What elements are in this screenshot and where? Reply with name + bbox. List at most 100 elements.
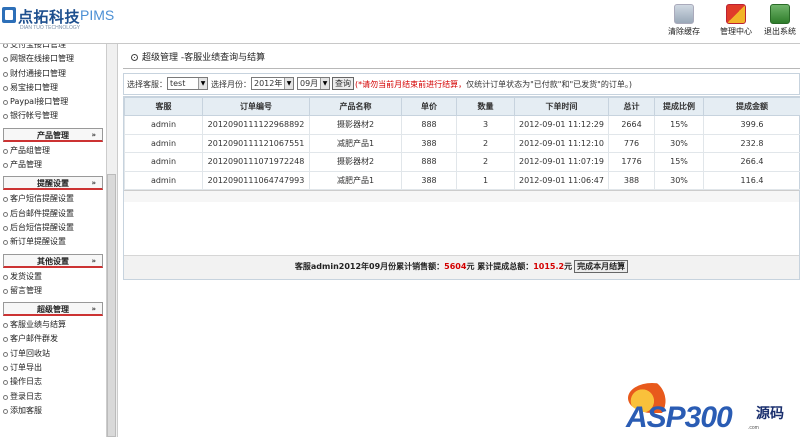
cell-qty: 2 — [456, 152, 515, 172]
summary-commission: 1015.2 — [533, 262, 565, 271]
sidebar-item-product-group[interactable]: 产品组管理 — [0, 144, 106, 158]
shield-icon — [726, 4, 746, 24]
cell-total: 776 — [608, 133, 655, 153]
cell-order-no: 2012090111122968892 — [202, 115, 310, 135]
results-table-panel: 客服 订单编号 产品名称 单价 数量 下单时间 总计 提成比例 提成金额 adm… — [123, 96, 800, 280]
cell-price: 888 — [401, 115, 457, 135]
summary-sales: 5604 — [444, 262, 467, 271]
col-header-qty: 数量 — [456, 97, 515, 116]
cell-rate: 30% — [654, 170, 704, 190]
cell-qty: 1 — [456, 170, 515, 190]
sidebar-item-order-export[interactable]: 订单导出 — [0, 361, 106, 375]
cell-kefu: admin — [124, 115, 203, 135]
sidebar-item-messages[interactable]: 留言管理 — [0, 284, 106, 298]
watermark-brand: ASP300 — [626, 401, 733, 434]
watermark-logo: ASP300 源码 .com — [624, 381, 800, 437]
logo-text-en: PIMS — [80, 7, 115, 23]
results-table: 客服 订单编号 产品名称 单价 数量 下单时间 总计 提成比例 提成金额 adm… — [124, 97, 800, 190]
sidebar-item-chinabank[interactable]: 网银在线接口管理 — [0, 52, 106, 66]
sidebar-group-title: 超级管理 — [37, 305, 69, 315]
sidebar-item-order-recycle[interactable]: 订单回收站 — [0, 347, 106, 361]
page-title: 超级管理 -客服业绩查询与结算 — [123, 49, 800, 67]
col-header-price: 单价 — [401, 97, 457, 116]
bullet-icon — [131, 54, 138, 61]
sidebar-item-new-order[interactable]: 新订单提醒设置 — [0, 235, 106, 249]
month-select[interactable]: 09月 ▼ — [297, 77, 330, 90]
sidebar-item-shipping[interactable]: 发货设置 — [0, 270, 106, 284]
chevron-down-icon: ▼ — [320, 78, 329, 89]
sidebar-item-email-backend[interactable]: 后台邮件提醒设置 — [0, 207, 106, 221]
chevron-down-icon: » — [91, 130, 96, 139]
col-header-order-time: 下单时间 — [514, 97, 609, 116]
cell-total: 388 — [608, 170, 655, 190]
sidebar-item-sms-backend[interactable]: 后台短信提醒设置 — [0, 221, 106, 235]
table-header-row: 客服 订单编号 产品名称 单价 数量 下单时间 总计 提成比例 提成金额 — [124, 97, 800, 116]
cell-product: 摄影器材2 — [309, 115, 402, 135]
sidebar-menu: 支付宝接口管理 网银在线接口管理 财付通接口管理 易宝接口管理 Paypal接口… — [0, 44, 106, 418]
sidebar-item-mass-email[interactable]: 客户邮件群发 — [0, 332, 106, 346]
filter-note-warning: (*请勿当前月结束前进行结算， — [355, 80, 467, 89]
sidebar-item-yeepay[interactable]: 易宝接口管理 — [0, 81, 106, 95]
chevron-down-icon: » — [91, 305, 96, 314]
cell-commission: 399.6 — [703, 115, 800, 135]
col-header-commission: 提成金额 — [703, 97, 800, 116]
cell-order-time: 2012-09-01 11:06:47 — [514, 170, 609, 190]
logo-text-cn: 点拓科技 — [18, 8, 81, 26]
cell-commission: 266.4 — [703, 152, 800, 172]
cell-commission: 116.4 — [703, 170, 800, 190]
cell-product: 减肥产品1 — [309, 133, 402, 153]
summary-prefix: 客服admin2012年09月份累计销售额： — [294, 262, 445, 271]
sidebar-item-login-log[interactable]: 登录日志 — [0, 390, 106, 404]
cell-rate: 30% — [654, 133, 704, 153]
filter-note: (*请勿当前月结束前进行结算，仅统计订单状态为"已付款"和"已发货"的订单。) — [355, 79, 632, 90]
summary-bar: 客服admin2012年09月份累计销售额：5604元 累计提成总额：1015.… — [124, 255, 799, 279]
settle-month-button[interactable]: 完成本月结算 — [574, 260, 629, 273]
sidebar-item-add-service[interactable]: 添加客服 — [0, 404, 106, 418]
kefu-select[interactable]: test ▼ — [167, 77, 208, 90]
sidebar-item-bank-account[interactable]: 银行帐号管理 — [0, 109, 106, 123]
cell-qty: 3 — [456, 115, 515, 135]
watermark-cn: 源码 — [756, 406, 784, 422]
table-spacer — [124, 190, 799, 202]
page-title-text: 超级管理 -客服业绩查询与结算 — [142, 53, 266, 63]
watermark-url: .com — [748, 425, 759, 431]
clear-cache-button[interactable]: 清除缓存 — [662, 2, 706, 40]
summary-mid: 元 累计提成总额： — [466, 262, 534, 271]
sidebar-scrollbar[interactable] — [106, 44, 117, 437]
col-header-kefu: 客服 — [124, 97, 203, 116]
kefu-select-value: test — [170, 79, 186, 88]
cell-price: 888 — [401, 152, 457, 172]
year-select-value: 2012年 — [254, 79, 283, 88]
sidebar-group-super-admin[interactable]: 超级管理 » — [3, 302, 103, 317]
admin-center-button[interactable]: 管理中心 — [714, 2, 758, 40]
cell-order-time: 2012-09-01 11:12:10 — [514, 133, 609, 153]
month-select-value: 09月 — [300, 79, 319, 88]
logout-button[interactable]: 退出系统 — [760, 2, 800, 40]
query-button[interactable]: 查询 — [332, 77, 354, 90]
sidebar-item-op-log[interactable]: 操作日志 — [0, 375, 106, 389]
sidebar-group-products[interactable]: 产品管理 » — [3, 127, 103, 142]
sidebar-group-title: 提醒设置 — [37, 179, 69, 189]
cell-rate: 15% — [654, 115, 704, 135]
filter-bar: 选择客服： test ▼ 选择月份： 2012年 ▼ 09月 ▼ 查询 (*请勿… — [123, 73, 800, 95]
sidebar-item-sms-customer[interactable]: 客户短信提醒设置 — [0, 192, 106, 206]
cell-commission: 232.8 — [703, 133, 800, 153]
sidebar-item-tenpay[interactable]: 财付通接口管理 — [0, 67, 106, 81]
sidebar-item-product[interactable]: 产品管理 — [0, 158, 106, 172]
scrollbar-thumb[interactable] — [107, 174, 116, 437]
sidebar-item-alipay[interactable]: 支付宝接口管理 — [0, 44, 106, 52]
table-row: admin 2012090111064747993 减肥产品1 388 1 20… — [124, 170, 800, 190]
filter-note-info: 仅统计订单状态为"已付款"和"已发货"的订单。) — [466, 80, 632, 89]
logo-subtitle: DIAN TUO TECHNOLOGY — [20, 25, 81, 31]
cell-product: 摄影器材2 — [309, 152, 402, 172]
col-header-product: 产品名称 — [309, 97, 402, 116]
cell-order-time: 2012-09-01 11:07:19 — [514, 152, 609, 172]
title-divider — [123, 68, 800, 69]
year-select[interactable]: 2012年 ▼ — [251, 77, 294, 90]
logo-mark-icon — [2, 7, 16, 23]
sidebar-item-performance[interactable]: 客服业绩与结算 — [0, 318, 106, 332]
sidebar-group-reminders[interactable]: 提醒设置 » — [3, 176, 103, 191]
cell-total: 1776 — [608, 152, 655, 172]
sidebar-group-other[interactable]: 其他设置 » — [3, 253, 103, 268]
sidebar-item-paypal[interactable]: Paypal接口管理 — [0, 95, 106, 109]
